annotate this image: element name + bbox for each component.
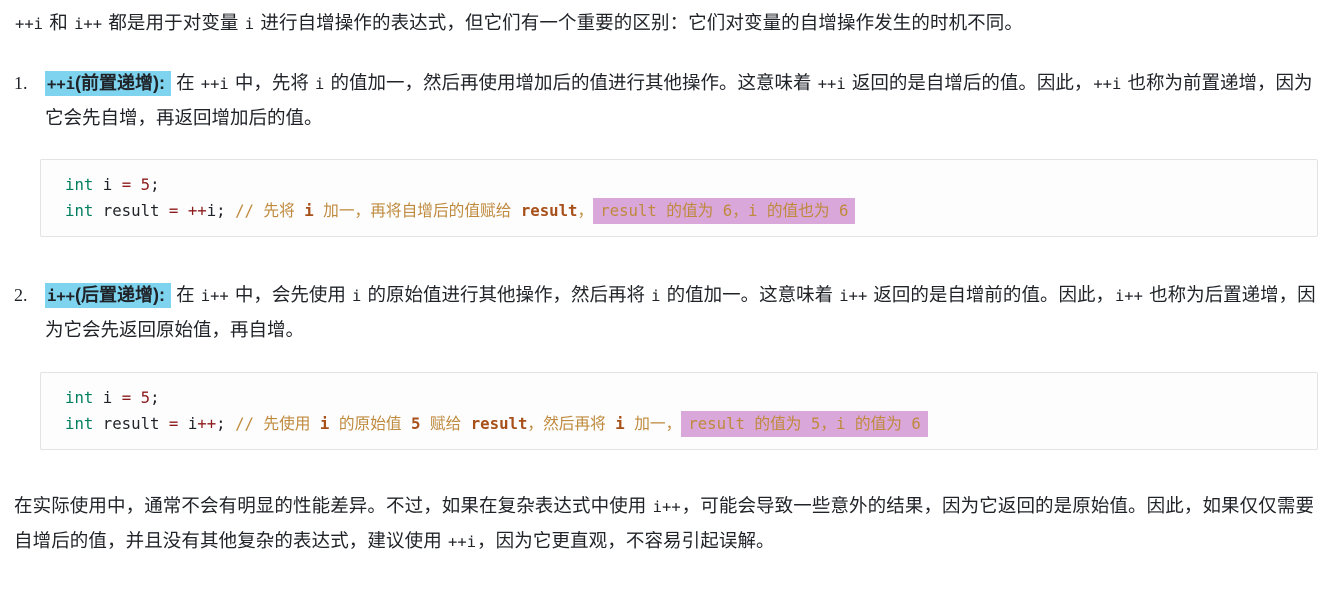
code-token: i xyxy=(320,414,329,433)
inline-code: ++i xyxy=(15,15,43,33)
list-item-2-lead-highlight: i++(后置递增): xyxy=(45,283,171,308)
comment-code-token: result xyxy=(520,201,578,220)
list-item-1-text: 1. ++i(前置递增): 在 ++i 中，先将 i 的值加一，然后再使用增加后… xyxy=(14,66,1322,134)
comment-code-token: result xyxy=(470,414,528,433)
code-token: i xyxy=(102,388,113,407)
document-page: ++i 和 i++ 都是用于对变量 i 进行自增操作的表达式，但它们有一个重要的… xyxy=(0,0,1332,607)
list-item-1-lead-highlight: ++i(前置递增): xyxy=(45,71,171,96)
comment-code-token: i xyxy=(319,414,330,433)
code-block-postfix-increment: int i = 5; int result = i++; // 先使用 i 的原… xyxy=(40,372,1318,450)
list-item-1-number: 1. xyxy=(14,73,28,93)
list-item-1-lead-label: (前置递增): xyxy=(75,73,165,93)
code-token: int xyxy=(65,201,94,220)
comment-code-token: i xyxy=(615,414,625,433)
intro-paragraph: ++i 和 i++ 都是用于对变量 i 进行自增操作的表达式，但它们有一个重要的… xyxy=(15,12,1023,33)
code-token: ， xyxy=(577,201,594,220)
inline-code: ++i xyxy=(200,75,229,93)
inline-code: i++ xyxy=(74,15,103,33)
list-item-2-text: 2. i++(后置递增): 在 i++ 中，会先使用 i 的原始值进行其他操作，… xyxy=(14,278,1322,346)
list-item-2-body: 在 i++ 中，会先使用 i 的原始值进行其他操作，然后再将 i 的值加一。这意… xyxy=(45,284,1316,340)
list-item-1-body: 在 ++i 中，先将 i 的值加一，然后再使用增加后的值进行其他操作。这意味着 … xyxy=(45,72,1313,128)
code-token: // 先将 xyxy=(235,201,305,220)
inline-code: ++i xyxy=(448,533,477,551)
code-token: int xyxy=(65,388,94,407)
code-token: i xyxy=(187,414,198,433)
code-token: = xyxy=(121,175,132,194)
closing-paragraph: 在实际使用中，通常不会有明显的性能差异。不过，如果在复杂表达式中使用 i++，可… xyxy=(14,495,1315,551)
code-line: int result = i++; // 先使用 i 的原始值 5 赋给 res… xyxy=(41,411,1317,437)
code-token: result 的值为 6，i 的值也为 6 xyxy=(593,198,856,224)
code-line: int i = 5; xyxy=(41,385,1317,411)
code-token: i xyxy=(206,201,217,220)
inline-code: i++ xyxy=(839,287,868,305)
code-token: // 先使用 xyxy=(235,414,320,433)
list-item-2-number: 2. xyxy=(14,285,28,305)
code-token: 5 xyxy=(140,388,151,407)
code-token: 5 xyxy=(140,175,151,194)
code-token: ++ xyxy=(197,414,217,433)
inline-code: i++ xyxy=(200,287,229,305)
code-block-prefix-increment: int i = 5; int result = ++i; // 先将 i 加一，… xyxy=(40,159,1318,237)
code-token: ，然后再将 xyxy=(527,414,616,433)
code-token: = xyxy=(168,414,179,433)
code-token: 赋给 xyxy=(420,414,471,433)
inline-code: i++ xyxy=(1114,287,1143,305)
code-token: ; xyxy=(150,175,160,194)
list-item-prefix-increment: 1. ++i(前置递增): 在 ++i 中，先将 i 的值加一，然后再使用增加后… xyxy=(14,66,1322,134)
inline-code: i xyxy=(315,75,325,93)
code-token: i xyxy=(102,175,113,194)
code-token: ; xyxy=(216,414,226,433)
code-token: 加一， xyxy=(624,414,682,433)
code-token: result xyxy=(521,201,578,220)
code-token: ++ xyxy=(187,201,207,220)
inline-code: i xyxy=(352,287,362,305)
code-token: 的原始值 xyxy=(329,414,412,433)
code-token: result xyxy=(471,414,528,433)
code-token: result xyxy=(102,414,160,433)
code-token: ; xyxy=(216,201,226,220)
list-item-2-lead-label: (后置递增): xyxy=(75,285,165,305)
list-item-postfix-increment: 2. i++(后置递增): 在 i++ 中，会先使用 i 的原始值进行其他操作，… xyxy=(14,278,1322,346)
code-token: = xyxy=(168,201,179,220)
code-token: ; xyxy=(150,388,160,407)
code-token: result xyxy=(102,201,160,220)
code-token: int xyxy=(65,175,94,194)
list-item-1-lead-code: ++i xyxy=(47,75,75,93)
inline-code: i xyxy=(651,287,661,305)
code-token: result 的值为 5，i 的值为 6 xyxy=(681,411,928,437)
inline-code: i xyxy=(244,15,255,33)
list-item-1-marker: 1. xyxy=(14,66,28,100)
code-token: i xyxy=(615,414,624,433)
code-line: int result = ++i; // 先将 i 加一，再将自增后的值赋给 r… xyxy=(41,198,1317,224)
code-token: = xyxy=(121,388,132,407)
code-token: i xyxy=(304,201,313,220)
code-line: int i = 5; xyxy=(41,172,1317,198)
code-token: int xyxy=(65,414,94,433)
inline-code: ++i xyxy=(1093,75,1122,93)
comment-code-token: i xyxy=(304,201,314,220)
inline-code: ++i xyxy=(817,75,846,93)
list-item-2-lead-code: i++ xyxy=(47,287,75,305)
code-token: 加一，再将自增后的值赋给 xyxy=(313,201,521,220)
inline-code: i++ xyxy=(652,498,681,516)
list-item-2-marker: 2. xyxy=(14,278,28,312)
